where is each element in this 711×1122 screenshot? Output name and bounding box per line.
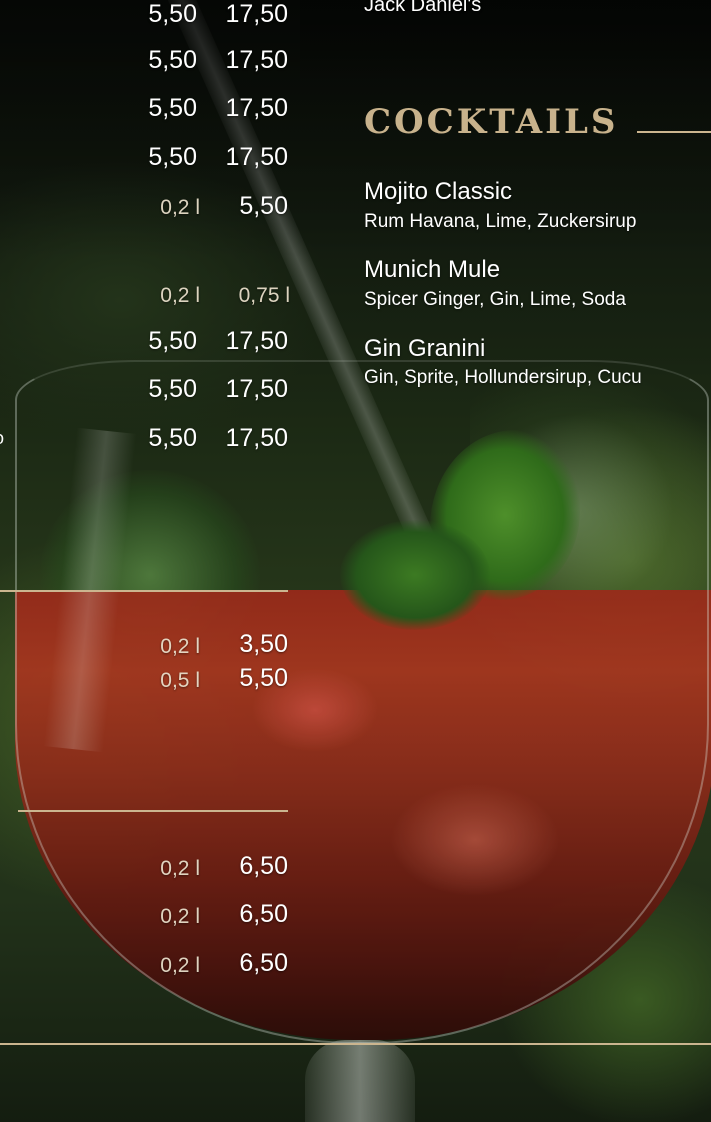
price-single: 5,50 [148, 46, 197, 74]
cocktail-name: Mojito Classic [364, 178, 513, 205]
volume-label: 0,2 l [160, 196, 200, 219]
cocktail-ingredients: Gin, Sprite, Hollundersirup, Cucu [364, 367, 642, 388]
volume-label: 0,2 l [160, 905, 200, 928]
cut-off-text: o [0, 428, 4, 449]
price-glass: 6,50 [239, 949, 288, 977]
cocktail-name: Gin Granini [364, 335, 486, 362]
volume-label: 0,2 l [160, 857, 200, 880]
price-glass: 5,50 [239, 664, 288, 692]
price-bottle: 17,50 [225, 46, 288, 74]
volume-header-large: 0,75 l [238, 284, 290, 307]
background-photo [0, 0, 711, 1122]
volume-header-small: 0,2 l [160, 284, 200, 307]
cocktail-ingredients: Spicer Ginger, Gin, Lime, Soda [364, 289, 626, 310]
price-single: 5,50 [148, 94, 197, 122]
price-single: 5,50 [148, 143, 197, 171]
price-single: 5,50 [148, 375, 197, 403]
price-glass: 6,50 [239, 900, 288, 928]
price-single: 5,50 [148, 327, 197, 355]
footer-divider [0, 1043, 711, 1045]
price-bottle: 17,50 [225, 424, 288, 452]
section-divider [0, 590, 288, 592]
section-title-cocktails: COCKTAILS [364, 102, 619, 142]
cocktail-ingredients: Rum Havana, Lime, Zuckersirup [364, 211, 637, 232]
volume-label: 0,2 l [160, 635, 200, 658]
price-bottle: 17,50 [225, 0, 288, 28]
price-bottle: 17,50 [225, 375, 288, 403]
price-single: 5,50 [148, 0, 197, 28]
section-divider [18, 810, 288, 812]
price-bottle: 17,50 [225, 143, 288, 171]
volume-label: 0,5 l [160, 669, 200, 692]
menu-item-name: Jack Daniel's [364, 0, 482, 16]
price-glass: 3,50 [239, 630, 288, 658]
volume-label: 0,2 l [160, 954, 200, 977]
price-bottle: 17,50 [225, 327, 288, 355]
price-single: 5,50 [148, 424, 197, 452]
price-glass: 5,50 [239, 192, 288, 220]
price-bottle: 17,50 [225, 94, 288, 122]
cocktail-name: Munich Mule [364, 256, 501, 283]
title-underline [637, 131, 711, 133]
price-glass: 6,50 [239, 852, 288, 880]
